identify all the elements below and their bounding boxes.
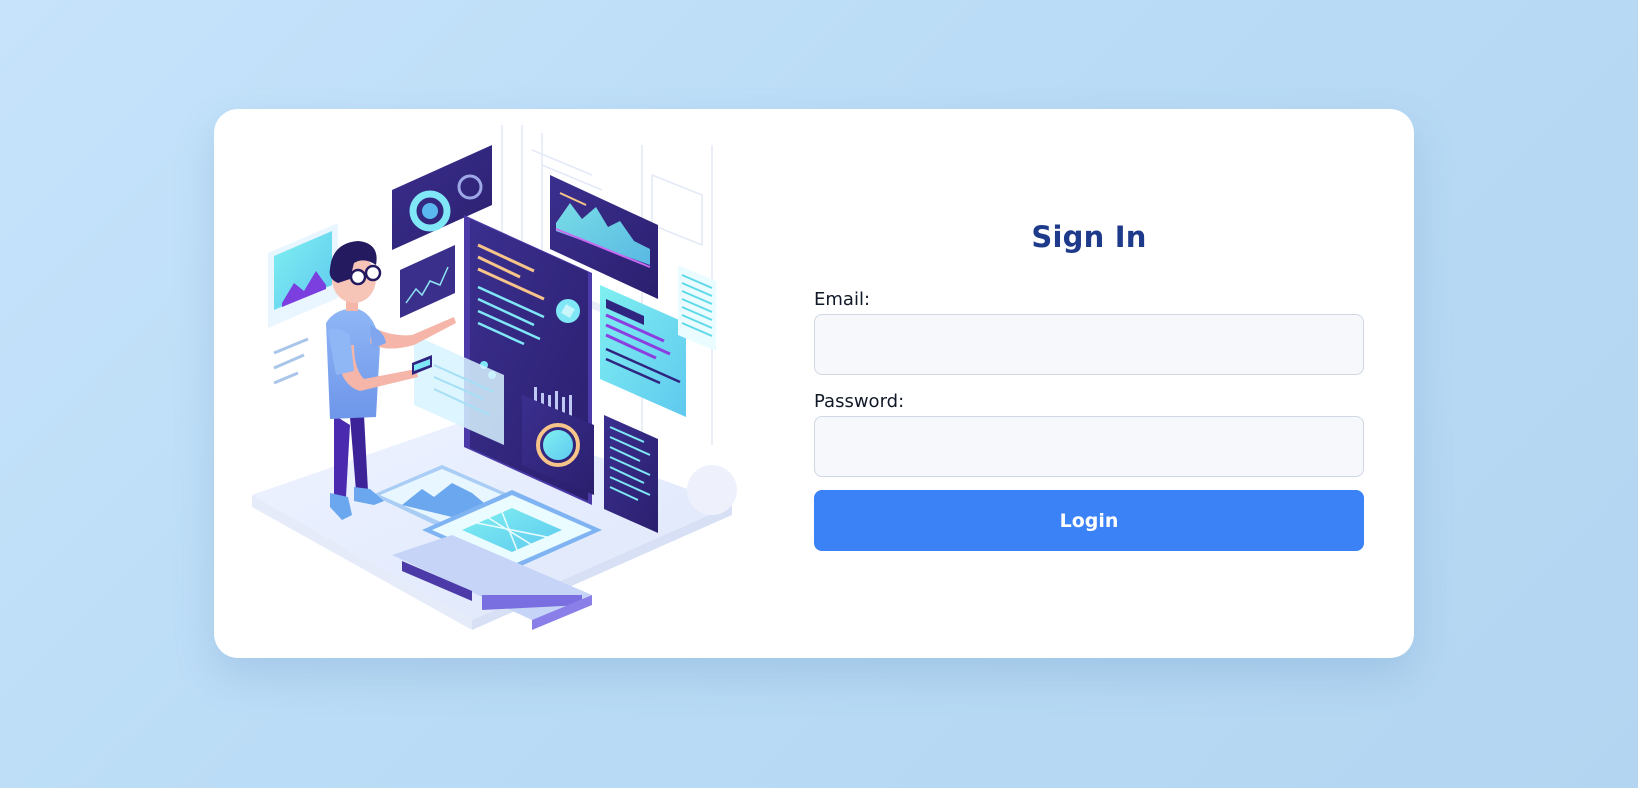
password-label: Password: [814, 391, 905, 412]
person-with-data-dashboards-icon [252, 125, 737, 630]
login-card: Sign In Email: Password: Login [214, 109, 1414, 658]
password-field[interactable] [814, 416, 1364, 477]
email-label: Email: [814, 289, 871, 310]
login-button[interactable]: Login [814, 490, 1364, 551]
dashboard-illustration [232, 115, 772, 645]
login-form: Sign In Email: Password: Login [814, 109, 1364, 658]
page-title: Sign In [1031, 220, 1147, 254]
email-field[interactable] [814, 314, 1364, 375]
